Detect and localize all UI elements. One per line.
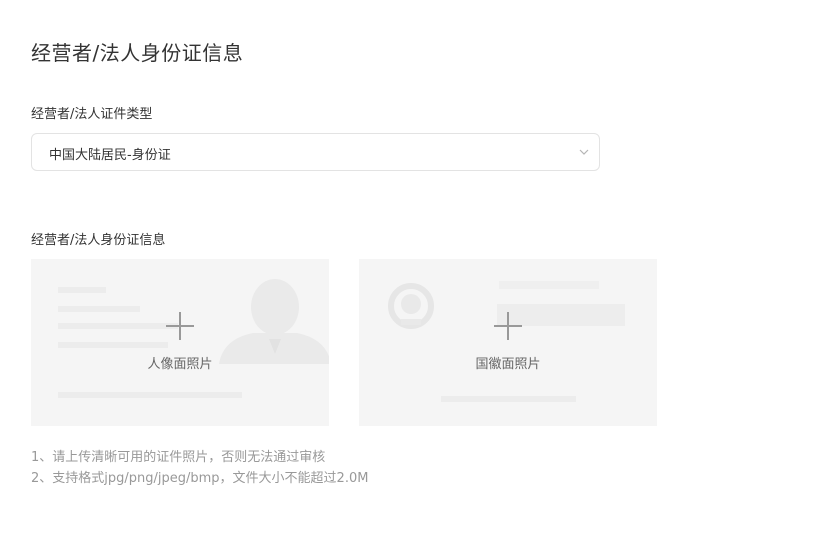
tip-line: 2、支持格式jpg/png/jpeg/bmp，文件大小不能超过2.0M [31,471,369,486]
id-info-label: 经营者/法人身份证信息 [31,233,166,248]
id-front-placeholder-illustration [58,279,329,398]
chevron-down-icon [579,149,589,155]
upload-tips: 1、请上传清晰可用的证件照片，否则无法通过审核 2、支持格式jpg/png/jp… [31,447,368,489]
id-front-upload[interactable]: 人像面照片 [31,259,329,426]
id-front-label: 人像面照片 [147,357,213,372]
id-back-label: 国徽面照片 [475,357,541,372]
id-type-label: 经营者/法人证件类型 [31,107,153,122]
tip-line: 1、请上传清晰可用的证件照片，否则无法通过审核 [31,450,326,465]
id-back-placeholder-illustration [388,281,625,402]
plus-icon [494,312,522,340]
id-back-upload[interactable]: 国徽面照片 [359,259,657,426]
plus-icon [166,312,194,340]
id-type-select[interactable]: 中国大陆居民-身份证 [31,133,600,171]
emblem-icon [388,283,434,329]
id-type-selected-value: 中国大陆居民-身份证 [49,148,171,163]
page-title: 经营者/法人身份证信息 [31,41,244,65]
